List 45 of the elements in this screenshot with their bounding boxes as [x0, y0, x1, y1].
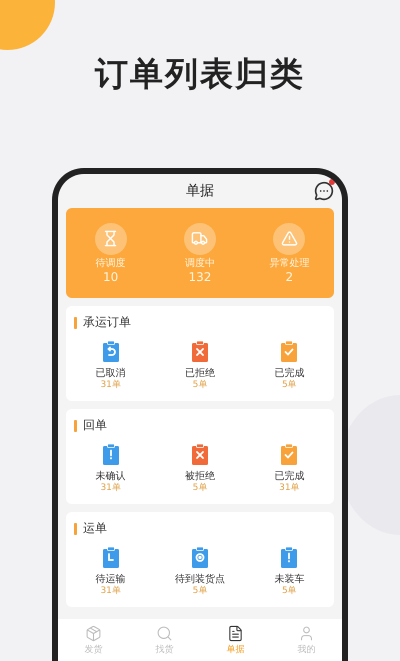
- hourglass-icon: [94, 222, 127, 254]
- status-label: 未确认: [96, 470, 126, 482]
- stat-count: 2: [286, 270, 294, 284]
- stat-count: 10: [103, 270, 118, 284]
- search-icon: [156, 624, 173, 642]
- section-title: 运单: [83, 520, 107, 537]
- tab[interactable]: 单据: [200, 619, 271, 661]
- stat-label: 异常处理: [269, 258, 310, 270]
- status-label: 已拒绝: [184, 367, 215, 380]
- accent-bar: [74, 522, 77, 534]
- chat-icon: [314, 181, 334, 201]
- status-label: 待运输: [96, 573, 126, 586]
- order-count: 31单: [100, 586, 121, 597]
- accent-bar: [74, 420, 77, 432]
- order-count: 5单: [192, 586, 208, 597]
- user-icon: [298, 624, 315, 642]
- stat-label: 调度中: [184, 258, 215, 270]
- tab[interactable]: 找货: [129, 619, 200, 661]
- status-label: 待到装货点: [174, 573, 225, 586]
- order-count: 31单: [279, 483, 300, 494]
- order-count: 5单: [282, 586, 297, 597]
- tab[interactable]: 我的: [271, 619, 342, 661]
- stat-label: 待调度: [96, 258, 126, 270]
- order-count: 31单: [100, 380, 121, 391]
- status-label: 已取消: [96, 367, 126, 380]
- tab[interactable]: 发货: [58, 619, 129, 661]
- order-count: 5单: [192, 380, 208, 391]
- status-label: 已完成: [274, 367, 304, 380]
- doc-icon: [227, 624, 244, 642]
- order-count: 5单: [282, 380, 297, 391]
- headline: 订单列表归类: [95, 53, 305, 95]
- alert-icon: [273, 222, 306, 254]
- status-label: 被拒绝: [184, 470, 215, 482]
- status-label: 未装车: [274, 573, 304, 586]
- truck-icon: [184, 222, 216, 254]
- section-title: 回单: [83, 417, 107, 434]
- order-count: 5单: [192, 483, 208, 494]
- status-label: 已完成: [274, 470, 304, 482]
- section-title: 承运订单: [83, 314, 131, 331]
- box-icon: [85, 624, 102, 642]
- stat-count: 132: [188, 270, 212, 284]
- chat-button[interactable]: [314, 181, 334, 201]
- order-count: 31单: [100, 483, 121, 494]
- screen-title: 单据: [186, 182, 214, 200]
- accent-bar: [74, 316, 77, 328]
